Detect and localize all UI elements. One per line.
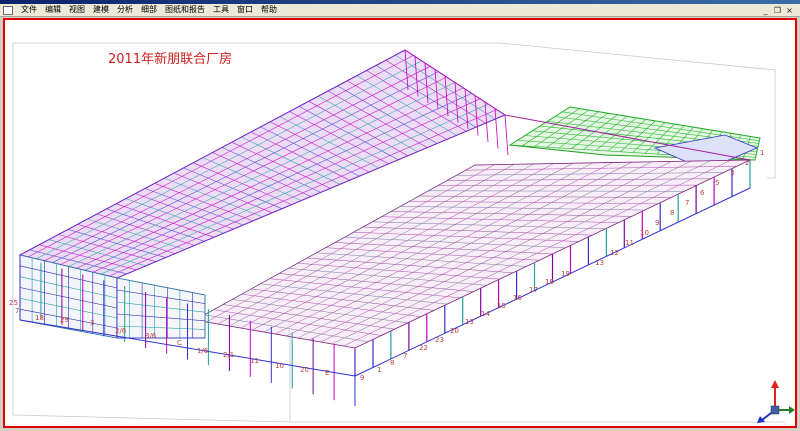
restore-icon[interactable]: ❐	[773, 6, 782, 15]
menu-modeling[interactable]: 建模	[89, 4, 113, 16]
menu-bar: 文件 编辑 视图 建模 分析 细部 图纸和报告 工具 窗口 帮助 _ ❐ ×	[0, 4, 800, 17]
grid-label: 12	[610, 249, 619, 257]
grid-label: 7	[15, 307, 19, 315]
grid-label: 10	[640, 229, 649, 237]
model-viewport[interactable]: 25 7 18 29 3 2/6 3/6 C 1/6 2/1 11 10 20 …	[3, 18, 797, 428]
menu-detailing[interactable]: 细部	[137, 4, 161, 16]
grid-label: 19	[561, 270, 570, 278]
grid-label: 2	[745, 159, 749, 167]
menu-view[interactable]: 视图	[65, 4, 89, 16]
xyz-axis-triad-icon	[757, 380, 795, 423]
menu-file[interactable]: 文件	[17, 4, 41, 16]
grid-label: 11	[625, 239, 634, 247]
project-title: 2011年新朋联合厂房	[108, 52, 233, 67]
menu-window[interactable]: 窗口	[233, 4, 257, 16]
menu-analysis[interactable]: 分析	[113, 4, 137, 16]
menu-drawings-reports[interactable]: 图纸和报告	[161, 4, 209, 16]
grid-label: 3/6	[145, 332, 157, 340]
app-icon[interactable]	[3, 5, 13, 15]
window-controls: _ ❐ ×	[761, 6, 800, 15]
grid-label: 9	[360, 374, 364, 382]
grid-label: 5	[715, 179, 719, 187]
grid-label: 18	[35, 314, 44, 322]
column	[504, 114, 509, 156]
menu-edit[interactable]: 编辑	[41, 4, 65, 16]
grid-label: 17	[529, 286, 538, 294]
front-wall-middle	[116, 277, 206, 339]
close-icon[interactable]: ×	[785, 6, 794, 15]
grid-label: 1	[760, 149, 764, 157]
grid-label: 10	[275, 362, 284, 370]
grid-label: 7	[685, 199, 689, 207]
grid-label: 25	[9, 299, 18, 307]
grid-label: 20	[300, 366, 309, 374]
grid-label: 6	[700, 189, 705, 197]
grid-label: 2/6	[115, 327, 127, 335]
grid-label: 20	[450, 327, 459, 335]
grid-label: 1	[377, 366, 381, 374]
menu-tools[interactable]: 工具	[209, 4, 233, 16]
grid-label: 1/6	[197, 347, 209, 355]
grid-label: 3	[90, 319, 94, 327]
grid-label: 7	[403, 352, 407, 360]
grid-label: 3	[730, 169, 734, 177]
grid-label: 14	[481, 310, 490, 318]
grid-label: 8	[390, 359, 394, 367]
grid-label: 23	[435, 336, 444, 344]
grid-label: 9	[655, 219, 659, 227]
minimize-icon[interactable]: _	[761, 6, 770, 15]
grid-label: 11	[250, 357, 259, 365]
grid-label: 22	[419, 344, 428, 352]
grid-label: 15	[497, 302, 506, 310]
menu-help[interactable]: 帮助	[257, 4, 281, 16]
grid-label: 29	[60, 316, 69, 324]
grid-label: 8	[670, 209, 674, 217]
model-view-canvas[interactable]: 25 7 18 29 3 2/6 3/6 C 1/6 2/1 11 10 20 …	[5, 20, 795, 426]
grid-label: E	[325, 369, 329, 377]
grid-label: 16	[513, 294, 522, 302]
grid-label: C	[177, 339, 182, 347]
grid-label: 18	[545, 278, 554, 286]
grid-label: 13	[465, 318, 474, 326]
grid-label: 13	[595, 259, 604, 267]
grid-label: 2/1	[223, 351, 234, 359]
